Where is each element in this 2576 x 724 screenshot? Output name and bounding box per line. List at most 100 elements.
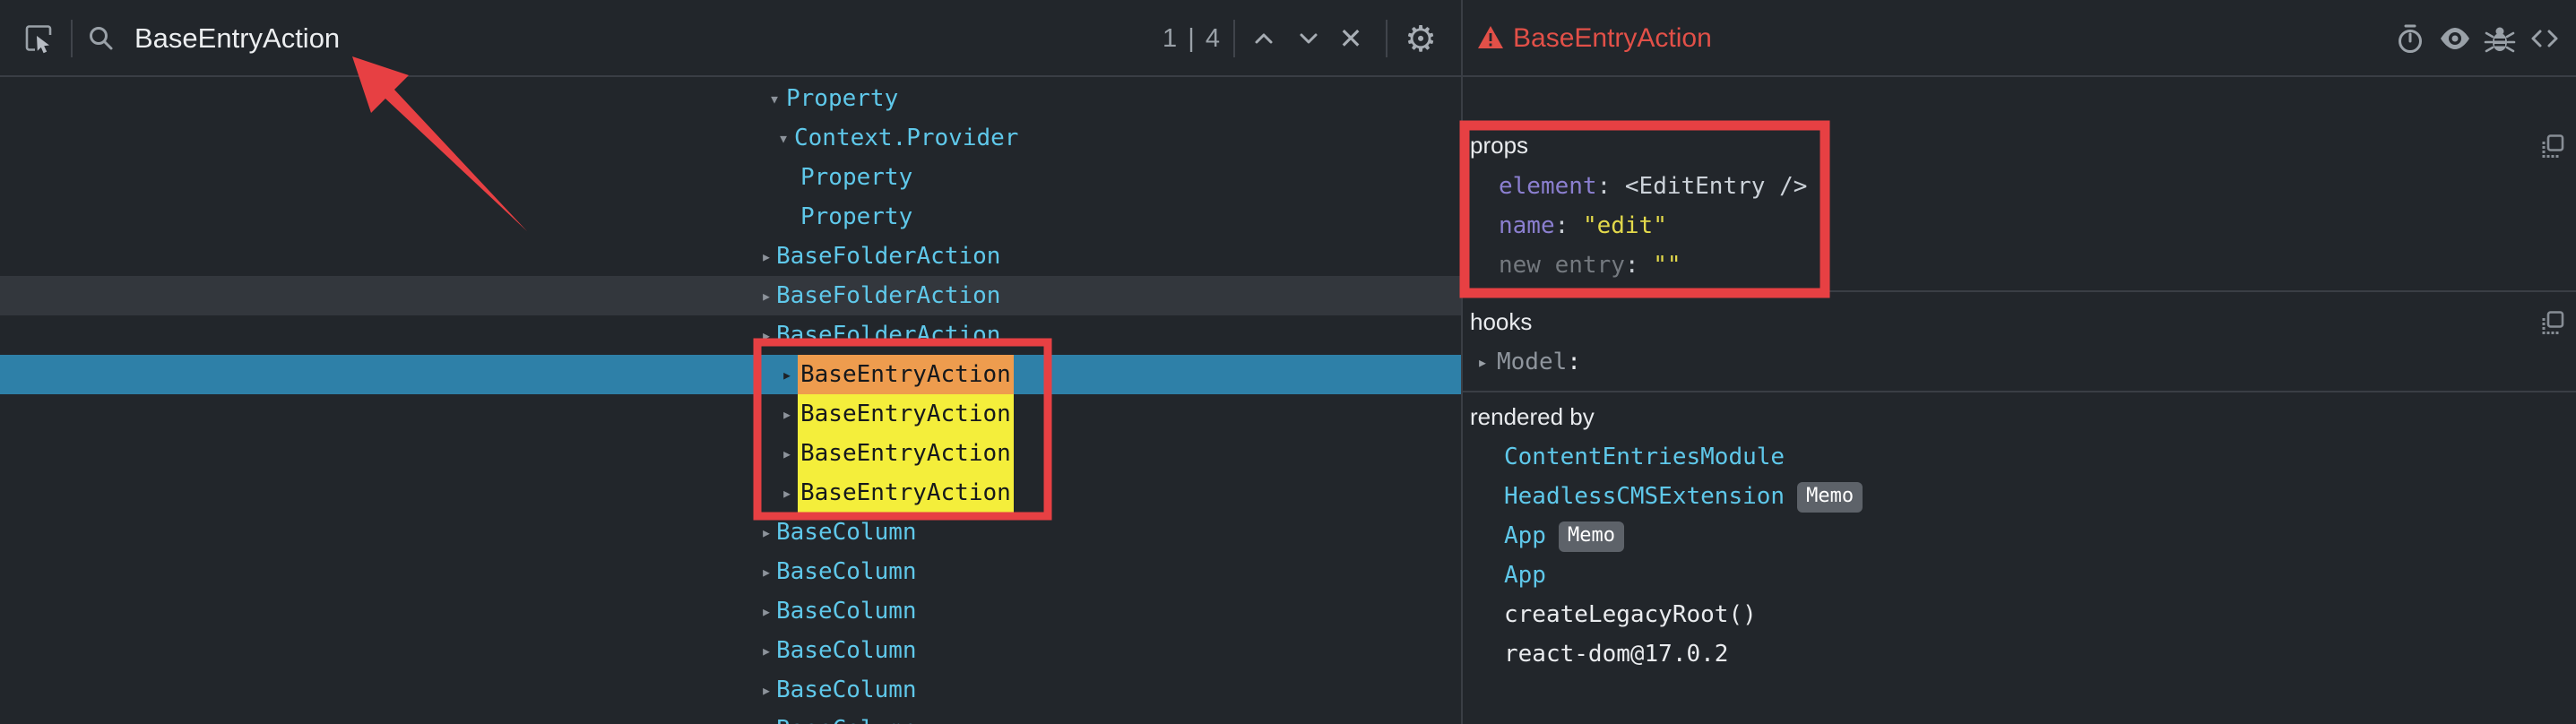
suspense-toggle-button[interactable] bbox=[2393, 22, 2427, 56]
component-tree: ▾ Property ▾ Context.Provider Property P… bbox=[0, 79, 1461, 724]
chevron-down-icon bbox=[1295, 25, 1322, 52]
owner-link[interactable]: ContentEntriesModule bbox=[1504, 444, 1785, 470]
collapsed-arrow-icon[interactable]: ▸ bbox=[761, 631, 772, 670]
owner-version-label: react-dom@17.0.2 bbox=[1504, 641, 1728, 668]
owner-row[interactable]: react-dom@17.0.2 bbox=[1463, 634, 2576, 674]
inspect-element-button[interactable] bbox=[22, 22, 56, 56]
tree-row-base-column[interactable]: ▸ BaseColumn bbox=[0, 670, 1461, 710]
owner-row[interactable]: App bbox=[1463, 556, 2576, 595]
prop-key: element bbox=[1499, 173, 1597, 200]
code-brackets-icon bbox=[2528, 22, 2561, 55]
tree-row-base-entry-action[interactable]: ▸ BaseEntryAction bbox=[0, 473, 1461, 513]
hook-row-model[interactable]: ▸ Model: bbox=[1463, 342, 2576, 382]
owner-link[interactable]: App bbox=[1504, 562, 1546, 589]
memo-badge: Memo bbox=[1797, 482, 1863, 513]
inspect-dom-button[interactable] bbox=[2438, 22, 2472, 56]
eye-icon bbox=[2438, 22, 2472, 56]
collapsed-arrow-icon[interactable]: ▸ bbox=[761, 513, 772, 552]
tree-row-base-column[interactable]: ▸ BaseColumn bbox=[0, 591, 1461, 631]
tree-row-base-column[interactable]: ▸ BaseColumn bbox=[0, 631, 1461, 670]
collapsed-arrow-icon[interactable]: ▸ bbox=[782, 394, 792, 434]
owner-row[interactable]: createLegacyRoot() bbox=[1463, 595, 2576, 634]
search-match: BaseEntryAction bbox=[798, 394, 1014, 434]
search-icon bbox=[86, 23, 117, 54]
component-details-panel: BaseEntryAction bbox=[1463, 0, 2576, 724]
prop-value[interactable]: <EditEntry /> bbox=[1625, 173, 1808, 200]
collapsed-arrow-icon[interactable]: ▸ bbox=[1477, 342, 1488, 382]
prop-value[interactable]: "" bbox=[1653, 252, 1681, 279]
hooks-section-title: hooks bbox=[1463, 309, 2576, 334]
tree-toolbar: 1 | 4 ✕ ⚙ bbox=[0, 0, 1461, 77]
copy-props-button[interactable] bbox=[2541, 134, 2564, 158]
log-to-console-button[interactable] bbox=[2483, 22, 2517, 56]
chevron-up-icon bbox=[1250, 25, 1277, 52]
tree-row-context-provider[interactable]: ▾ Context.Provider bbox=[0, 118, 1461, 158]
next-match-button[interactable] bbox=[1292, 23, 1325, 54]
expanded-arrow-icon[interactable]: ▾ bbox=[778, 118, 789, 158]
components-tree-panel: 1 | 4 ✕ ⚙ ▾ Property bbox=[0, 0, 1461, 724]
collapsed-arrow-icon[interactable]: ▸ bbox=[761, 237, 772, 276]
props-section-title: props bbox=[1463, 133, 2576, 158]
tree-row-base-entry-action[interactable]: ▸ BaseEntryAction bbox=[0, 434, 1461, 473]
search-result-count: 1 | 4 bbox=[1158, 0, 1226, 77]
collapsed-arrow-icon[interactable]: ▸ bbox=[761, 276, 772, 315]
prop-row-new-entry[interactable]: new entry: "" bbox=[1463, 246, 2576, 285]
owner-row[interactable]: App Memo bbox=[1463, 516, 2576, 556]
copy-icon bbox=[2541, 134, 2564, 158]
collapsed-arrow-icon[interactable]: ▸ bbox=[761, 315, 772, 355]
owner-row[interactable]: ContentEntriesModule bbox=[1463, 437, 2576, 477]
toolbar-separator bbox=[1233, 20, 1235, 57]
owner-link[interactable]: HeadlessCMSExtension bbox=[1504, 483, 1785, 510]
tree-row-property[interactable]: Property bbox=[0, 197, 1461, 237]
owner-link[interactable]: App bbox=[1504, 522, 1546, 549]
tree-row-base-entry-action[interactable]: ▸ BaseEntryAction bbox=[0, 394, 1461, 434]
gear-icon: ⚙ bbox=[1405, 22, 1437, 57]
tree-row-base-folder-action[interactable]: ▸ BaseFolderAction bbox=[0, 276, 1461, 315]
collapsed-arrow-icon[interactable]: ▸ bbox=[761, 552, 772, 591]
hooks-section: hooks ▸ Model: bbox=[1463, 292, 2576, 392]
tree-row-base-column[interactable]: ▸ BaseColumn bbox=[0, 552, 1461, 591]
tree-row-property[interactable]: ▾ Property bbox=[0, 79, 1461, 118]
warning-triangle-icon bbox=[1477, 25, 1504, 50]
hook-name: Model bbox=[1497, 349, 1567, 375]
copy-hooks-button[interactable] bbox=[2541, 311, 2564, 334]
collapsed-arrow-icon[interactable]: ▸ bbox=[761, 591, 772, 631]
expanded-arrow-icon[interactable]: ▾ bbox=[769, 79, 780, 118]
stopwatch-icon bbox=[2394, 22, 2426, 55]
collapsed-arrow-icon[interactable]: ▸ bbox=[761, 710, 772, 724]
react-devtools-window: 1 | 4 ✕ ⚙ ▾ Property bbox=[0, 0, 2576, 724]
prop-row-element[interactable]: element: <EditEntry /> bbox=[1463, 167, 2576, 206]
tree-row-base-entry-action-selected[interactable]: ▸ BaseEntryAction bbox=[0, 355, 1461, 394]
tree-row-base-column[interactable]: ▸ BaseColumn bbox=[0, 513, 1461, 552]
prop-row-name[interactable]: name: "edit" bbox=[1463, 206, 2576, 246]
collapsed-arrow-icon[interactable]: ▸ bbox=[782, 355, 792, 394]
tree-row-base-folder-action[interactable]: ▸ BaseFolderAction bbox=[0, 315, 1461, 355]
collapsed-arrow-icon[interactable]: ▸ bbox=[782, 473, 792, 513]
clear-search-button[interactable]: ✕ bbox=[1334, 22, 1368, 56]
collapsed-arrow-icon[interactable]: ▸ bbox=[782, 434, 792, 473]
tree-row-property[interactable]: Property bbox=[0, 158, 1461, 197]
owner-row[interactable]: HeadlessCMSExtension Memo bbox=[1463, 477, 2576, 516]
previous-match-button[interactable] bbox=[1248, 23, 1280, 54]
search-input[interactable] bbox=[134, 18, 690, 59]
new-entry-key[interactable]: new entry bbox=[1499, 252, 1625, 279]
search-match: BaseEntryAction bbox=[798, 434, 1014, 473]
details-toolbar: BaseEntryAction bbox=[1463, 0, 2576, 77]
search-match: BaseEntryAction bbox=[798, 473, 1014, 513]
close-icon: ✕ bbox=[1339, 24, 1363, 53]
tree-row-base-column[interactable]: ▸ BaseColumn bbox=[0, 710, 1461, 724]
settings-button[interactable]: ⚙ bbox=[1400, 20, 1441, 59]
inspect-element-icon bbox=[23, 23, 54, 54]
selected-component-title: BaseEntryAction bbox=[1513, 0, 1712, 77]
rendered-by-section: rendered by ContentEntriesModule Headles… bbox=[1463, 392, 2576, 674]
tree-row-base-folder-action[interactable]: ▸ BaseFolderAction bbox=[0, 237, 1461, 276]
memo-badge: Memo bbox=[1559, 521, 1624, 552]
rendered-by-section-title: rendered by bbox=[1463, 404, 2576, 429]
prop-value[interactable]: "edit" bbox=[1583, 212, 1667, 239]
prop-key: name bbox=[1499, 212, 1555, 239]
view-source-button[interactable] bbox=[2528, 22, 2562, 56]
toolbar-separator bbox=[1386, 20, 1387, 57]
bug-icon bbox=[2484, 22, 2516, 55]
search-match-current: BaseEntryAction bbox=[798, 355, 1014, 394]
collapsed-arrow-icon[interactable]: ▸ bbox=[761, 670, 772, 710]
